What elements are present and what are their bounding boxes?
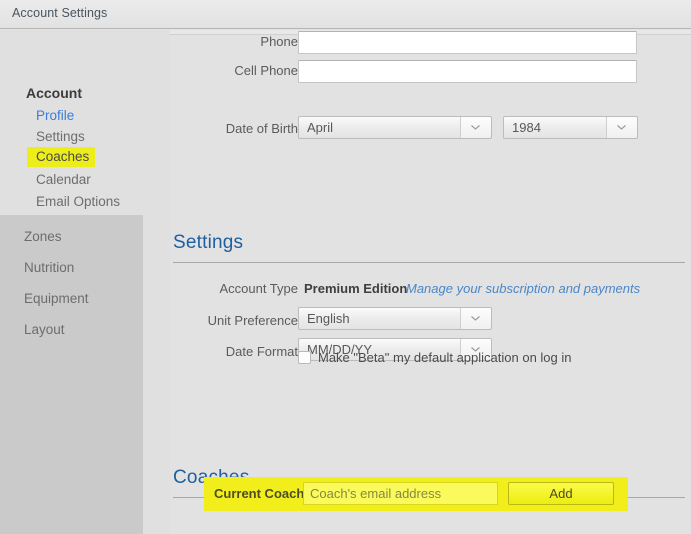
account-type-row: Account Type	[170, 278, 298, 302]
sidebar-item-email-options[interactable]: Email Options	[36, 194, 120, 209]
sidebar-item-profile[interactable]: Profile	[36, 108, 74, 123]
unit-preference-value: English	[307, 311, 350, 326]
sidebar-item-zones[interactable]: Zones	[24, 229, 62, 244]
manage-subscription-link[interactable]: Manage your subscription and payments	[406, 281, 640, 296]
sidebar-group-title-account: Account	[26, 85, 82, 101]
dob-month-select[interactable]: April	[298, 116, 492, 139]
account-type-value: Premium Edition	[304, 281, 408, 296]
date-of-birth-row: Date of Birth	[170, 118, 298, 142]
beta-default-checkbox[interactable]	[298, 351, 311, 364]
sidebar: Account Profile Settings Coaches Calenda…	[0, 30, 170, 534]
unit-preference-label: Unit Preference	[207, 313, 298, 328]
main-content: Phone Cell Phone Date of Birth April 198…	[170, 30, 691, 534]
add-coach-button[interactable]: Add	[508, 482, 614, 505]
account-type-label: Account Type	[219, 281, 298, 296]
chevron-down-icon	[471, 315, 480, 321]
phone-row: Phone	[170, 31, 298, 55]
sidebar-item-nutrition[interactable]: Nutrition	[24, 260, 74, 275]
current-coach-highlight-band: Current Coach Add	[204, 477, 628, 511]
phone-label: Phone	[260, 34, 298, 49]
sidebar-item-settings[interactable]: Settings	[36, 129, 85, 144]
dob-year-value: 1984	[512, 120, 541, 135]
cell-phone-label: Cell Phone	[234, 63, 298, 78]
cell-phone-input[interactable]	[298, 60, 637, 83]
window-title: Account Settings	[12, 6, 108, 20]
date-of-birth-label: Date of Birth	[225, 121, 298, 136]
settings-section-rule	[173, 262, 685, 263]
unit-preference-row: Unit Preference	[170, 310, 298, 334]
unit-preference-arrow-box[interactable]	[460, 308, 491, 329]
sidebar-item-equipment[interactable]: Equipment	[24, 291, 89, 306]
sidebar-item-layout[interactable]: Layout	[24, 322, 65, 337]
account-settings-window: Account Settings Account Profile Setting…	[0, 0, 691, 534]
window-titlebar: Account Settings	[0, 0, 691, 29]
dob-year-select[interactable]: 1984	[503, 116, 638, 139]
chevron-down-icon	[471, 124, 480, 130]
settings-section-title: Settings	[173, 232, 244, 253]
beta-default-label: Make "Beta" my default application on lo…	[318, 350, 572, 365]
coach-email-input[interactable]	[303, 482, 498, 505]
date-format-row: Date Format	[170, 341, 298, 365]
current-coach-label: Current Coach	[214, 486, 305, 501]
dob-month-arrow-box[interactable]	[460, 117, 491, 138]
chevron-down-icon	[617, 124, 626, 130]
phone-input[interactable]	[298, 31, 637, 54]
unit-preference-select[interactable]: English	[298, 307, 492, 330]
sidebar-item-coaches[interactable]: Coaches	[27, 147, 96, 167]
sidebar-item-calendar[interactable]: Calendar	[36, 172, 91, 187]
dob-year-arrow-box[interactable]	[606, 117, 637, 138]
dob-month-value: April	[307, 120, 334, 135]
cell-phone-row: Cell Phone	[170, 60, 298, 84]
date-format-label: Date Format	[225, 344, 298, 359]
